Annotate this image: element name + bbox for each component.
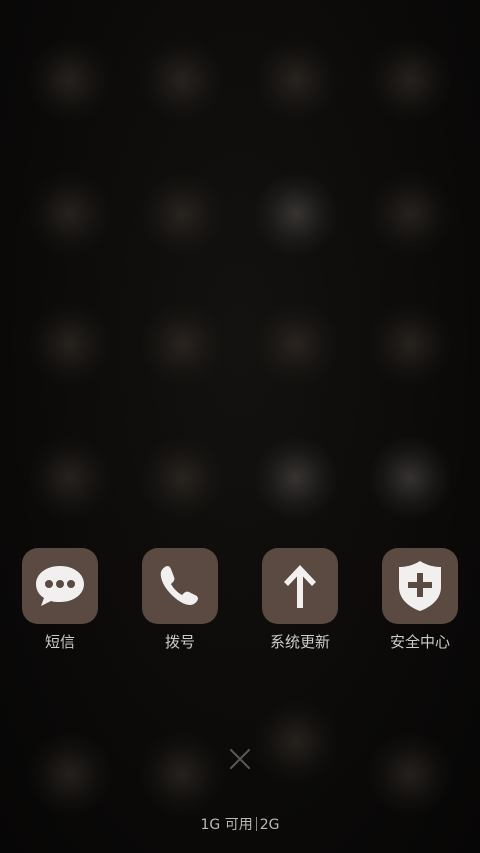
- messages-tile[interactable]: [22, 548, 98, 624]
- memory-total: 2G: [259, 817, 280, 833]
- close-icon: [230, 749, 250, 769]
- dock-item-security-center[interactable]: 安全中心: [360, 548, 480, 651]
- system-update-tile[interactable]: [262, 548, 338, 624]
- security-center-tile[interactable]: [382, 548, 458, 624]
- memory-separator: [255, 817, 257, 831]
- memory-available: 1G 可用: [200, 817, 253, 833]
- memory-status: 1G 可用 2G: [0, 815, 480, 835]
- arrow-up-icon: [284, 565, 316, 608]
- shield-plus-icon: [399, 561, 441, 611]
- blurred-app-grid-background: [0, 0, 480, 853]
- dock-item-messages[interactable]: 短信: [0, 548, 120, 651]
- phone-icon: [160, 566, 198, 605]
- dock-item-dialer[interactable]: 拨号: [120, 548, 240, 651]
- recent-apps-dock: 短信 拨号 系统更新 安全中心: [0, 548, 480, 651]
- message-bubble-icon: [36, 566, 84, 606]
- dialer-tile[interactable]: [142, 548, 218, 624]
- dock-item-label: 系统更新: [269, 633, 330, 651]
- recent-apps-screen: 短信 拨号 系统更新 安全中心 1G 可用 2G: [0, 0, 480, 853]
- clear-all-button[interactable]: [226, 745, 254, 773]
- dock-item-label: 短信: [44, 633, 75, 651]
- dock-item-label: 安全中心: [389, 633, 450, 651]
- dock-item-label: 拨号: [164, 633, 195, 651]
- dock-item-system-update[interactable]: 系统更新: [240, 548, 360, 651]
